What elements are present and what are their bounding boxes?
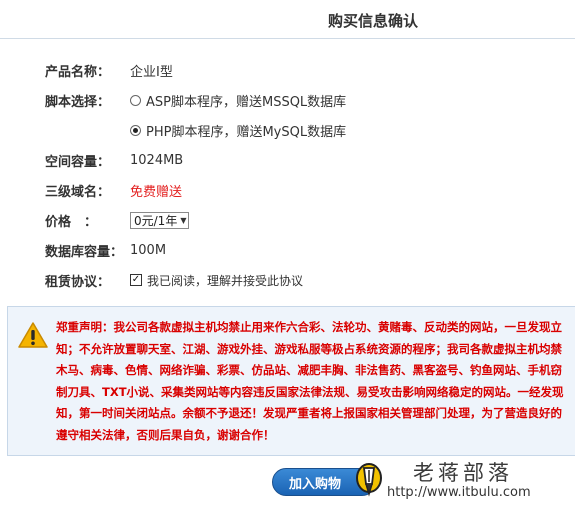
pen-logo-icon — [356, 463, 382, 497]
space-value: 1024MB — [130, 152, 184, 168]
php-radio[interactable] — [130, 124, 141, 136]
agreement-row: 租赁协议： ✓ 我已阅读，理解并接受此协议 — [45, 270, 303, 290]
notice-line: 知；不允许放置聊天室、江湖、游戏外挂、游戏私服等极占系统资源的程序；我司各款虚拟… — [56, 341, 562, 356]
warning-icon — [18, 322, 48, 348]
title-bar: 购买信息确认 — [0, 0, 575, 39]
purchase-confirm-page: 购买信息确认 产品名称： 企业I型 脚本选择： ASP脚本程序，赠送MSSQL数… — [0, 0, 575, 505]
notice-line: 制刀具、TXT小说、采集类网站等内容违反国家法律法规、易受攻击影响网络稳定的网站… — [56, 384, 564, 399]
script-option-asp[interactable]: ASP脚本程序，赠送MSSQL数据库 — [130, 91, 346, 110]
product-label: 产品名称： — [45, 64, 111, 80]
product-row: 产品名称： 企业I型 — [45, 60, 173, 80]
agreement-label: 租赁协议： — [45, 274, 111, 290]
db-capacity-label: 数据库容量： — [45, 244, 124, 260]
agreement-checkbox-label: 我已阅读，理解并接受此协议 — [147, 273, 304, 288]
space-row: 空间容量： 1024MB — [45, 150, 183, 170]
notice-text: 郑重声明：我公司各款虚拟主机均禁止用来作六合彩、法轮功、黄赌毒、反动类的网站，一… — [56, 317, 575, 446]
price-select-value: 0元/1年 — [134, 213, 178, 228]
page-title: 购买信息确认 — [328, 12, 419, 30]
agreement-checkbox-group[interactable]: ✓ 我已阅读，理解并接受此协议 — [130, 272, 303, 289]
notice-line: 郑重声明：我公司各款虚拟主机均禁止用来作六合彩、法轮功、黄赌毒、反动类的网站，一… — [56, 320, 562, 334]
legal-notice: 郑重声明：我公司各款虚拟主机均禁止用来作六合彩、法轮功、黄赌毒、反动类的网站，一… — [7, 306, 575, 456]
space-label: 空间容量： — [45, 154, 111, 170]
price-row: 价格 ： 0元/1年 ▼ — [45, 210, 190, 230]
chevron-down-icon: ▼ — [180, 215, 187, 225]
product-value: 企业I型 — [130, 64, 173, 80]
notice-line: 遵守相关法律，否则后果自负，谢谢合作！ — [56, 427, 275, 442]
price-label: 价格 ： — [45, 214, 98, 230]
asp-option-label: ASP脚本程序，赠送MSSQL数据库 — [146, 94, 347, 110]
db-capacity-row: 数据库容量： 100M — [45, 240, 166, 260]
subdomain-label: 三级域名： — [45, 184, 111, 200]
php-option-label: PHP脚本程序，赠送MySQL数据库 — [146, 124, 347, 140]
script-label: 脚本选择： — [45, 94, 111, 110]
watermark-url: http://www.itbulu.com — [387, 485, 531, 500]
subdomain-row: 三级域名： 免费赠送 — [45, 180, 182, 200]
asp-radio[interactable] — [130, 94, 141, 106]
script-option-php-row: PHP脚本程序，赠送MySQL数据库 — [130, 120, 346, 140]
watermark: 老蒋部落 http://www.itbulu.com — [355, 458, 575, 505]
subdomain-value: 免费赠送 — [130, 184, 183, 200]
watermark-name: 老蒋部落 — [413, 461, 513, 485]
notice-line: 知，第一时间关闭站点。余额不予退还！发现严重者将上报国家相关管理部门处理，为了营… — [56, 406, 562, 420]
agreement-checkbox[interactable]: ✓ — [130, 274, 142, 286]
price-select[interactable]: 0元/1年 ▼ — [130, 211, 190, 229]
script-option-php[interactable]: PHP脚本程序，赠送MySQL数据库 — [130, 121, 346, 140]
script-row: 脚本选择： ASP脚本程序，赠送MSSQL数据库 — [45, 90, 346, 110]
notice-line: 木马、病毒、色情、网络诈骗、彩票、仿品站、减肥丰胸、非法售药、黑客盗号、钓鱼网站… — [56, 363, 562, 377]
db-capacity-value: 100M — [130, 242, 167, 258]
